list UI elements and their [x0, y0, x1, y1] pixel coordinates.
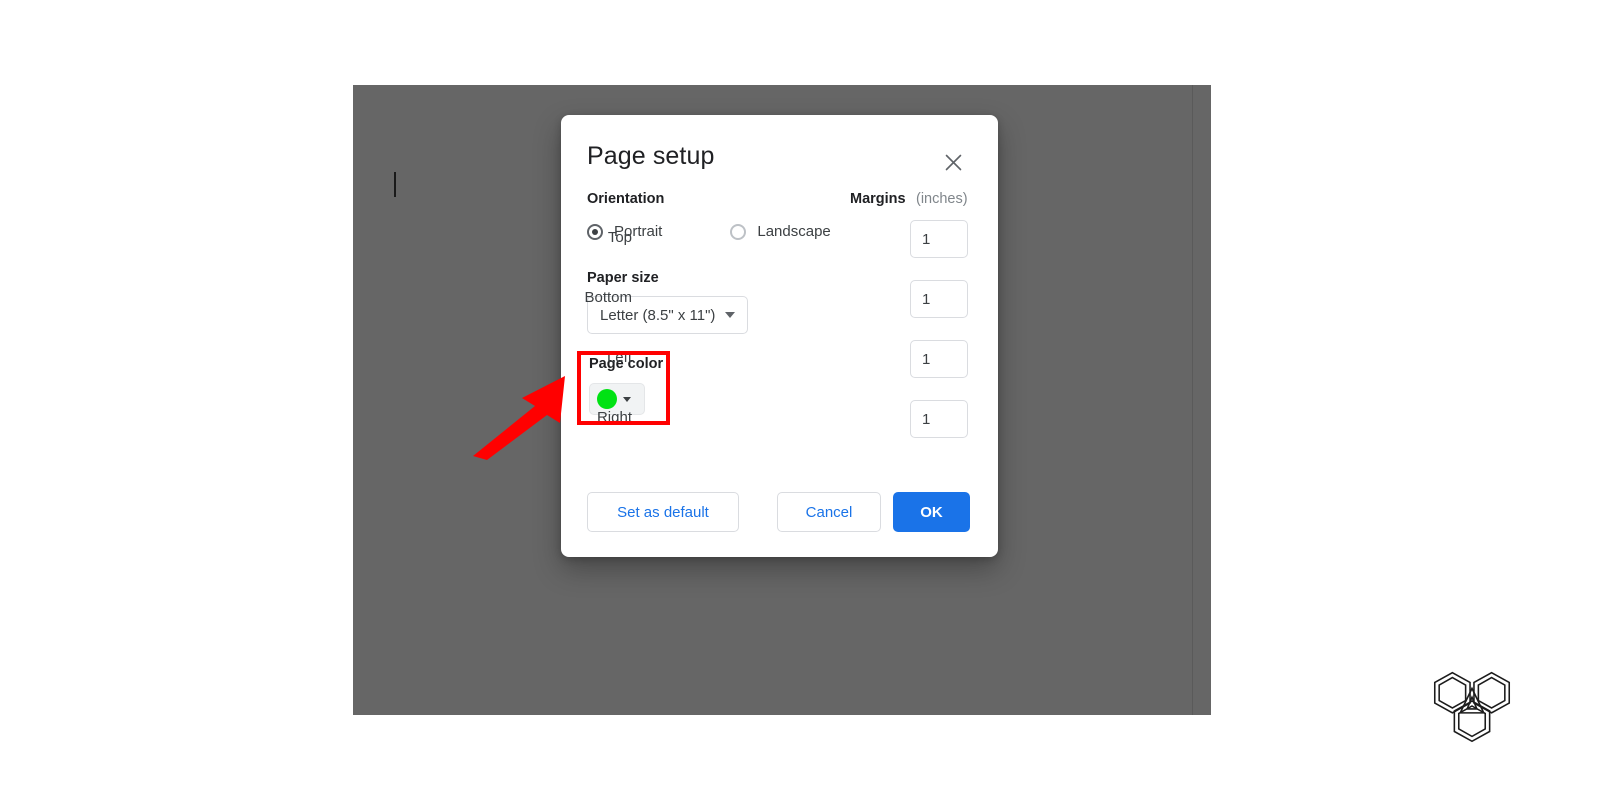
chevron-down-icon — [725, 312, 736, 318]
margin-right-label: Right — [596, 409, 632, 426]
orientation-label: Orientation — [587, 191, 665, 207]
screen: Page setup Orientation Portrait Landscap… — [0, 0, 1600, 800]
page-setup-dialog: Page setup Orientation Portrait Landscap… — [561, 115, 998, 557]
margins-label: Margins — [850, 191, 906, 207]
radio-landscape-indicator — [730, 223, 747, 240]
margin-bottom-label: Bottom — [584, 289, 632, 306]
margin-top-input[interactable] — [910, 220, 968, 258]
text-cursor-caret — [394, 172, 396, 197]
close-icon[interactable] — [939, 148, 967, 176]
margin-bottom-input[interactable] — [910, 280, 968, 318]
paper-size-value: Letter (8.5" x 11") — [600, 306, 716, 324]
margin-left-label: Left — [606, 349, 632, 366]
ok-button[interactable]: OK — [893, 492, 970, 532]
document-page-divider — [1192, 85, 1193, 715]
page-color-swatch — [597, 389, 617, 409]
page-title: Page setup — [587, 142, 715, 170]
radio-portrait-indicator — [587, 223, 603, 240]
paper-size-label: Paper size — [587, 270, 659, 286]
chevron-down-icon — [623, 396, 631, 402]
margin-left-input[interactable] — [910, 340, 968, 378]
radio-landscape-label: Landscape — [757, 223, 831, 240]
cancel-button[interactable]: Cancel — [777, 492, 881, 532]
set-as-default-button[interactable]: Set as default — [587, 492, 739, 532]
radio-landscape[interactable]: Landscape — [730, 223, 831, 240]
margin-top-label: Top — [607, 229, 632, 246]
margins-unit-label: (inches) — [916, 191, 968, 207]
watermark-logo — [1423, 657, 1521, 755]
margin-right-input[interactable] — [910, 400, 968, 438]
